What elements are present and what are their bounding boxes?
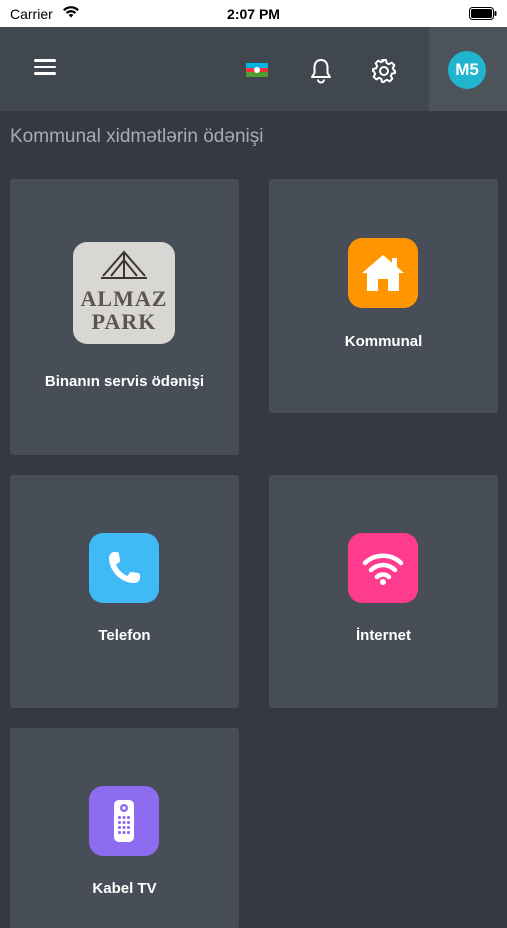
page-title: Kommunal xidmətlərin ödənişi xyxy=(10,126,264,147)
settings-gear-icon[interactable] xyxy=(370,57,398,85)
internet-tile-icon xyxy=(348,533,418,603)
logo-line-2: PARK xyxy=(91,309,157,334)
telefon-tile-icon xyxy=(89,533,159,603)
tile-telefon[interactable]: Telefon xyxy=(10,475,239,708)
status-bar: Carrier 2:07 PM xyxy=(0,0,507,27)
avatar[interactable]: M5 xyxy=(448,51,486,89)
notification-bell-icon[interactable] xyxy=(307,57,335,85)
azerbaijan-flag-icon[interactable] xyxy=(246,63,268,77)
top-app-bar: M5 xyxy=(0,27,507,111)
tile-label: Kabel TV xyxy=(92,880,157,897)
profile-area[interactable]: M5 xyxy=(429,27,507,111)
kommunal-tile-icon xyxy=(348,238,418,308)
clock: 2:07 PM xyxy=(227,6,280,22)
tile-kommunal[interactable]: Kommunal xyxy=(269,179,498,413)
tile-label: Binanın servis ödənişi xyxy=(44,373,205,390)
tile-building-service-payment[interactable]: ALMAZ PARK Binanın servis ödənişi xyxy=(10,179,239,455)
home-icon xyxy=(362,255,404,291)
kabel-tv-tile-icon xyxy=(89,786,159,856)
building-logo-icon xyxy=(101,250,147,279)
tile-kabel-tv[interactable]: Kabel TV xyxy=(10,728,239,928)
hamburger-menu-icon[interactable] xyxy=(28,55,62,83)
battery-icon xyxy=(469,7,497,20)
tile-internet[interactable]: İnternet xyxy=(269,475,498,708)
tile-label: Telefon xyxy=(98,627,151,644)
tile-label: Kommunal xyxy=(344,333,423,350)
wifi-icon xyxy=(362,553,404,585)
remote-control-icon xyxy=(114,800,134,842)
almaz-park-logo: ALMAZ PARK xyxy=(73,242,175,344)
phone-icon xyxy=(109,552,140,583)
tile-label: İnternet xyxy=(355,627,411,644)
